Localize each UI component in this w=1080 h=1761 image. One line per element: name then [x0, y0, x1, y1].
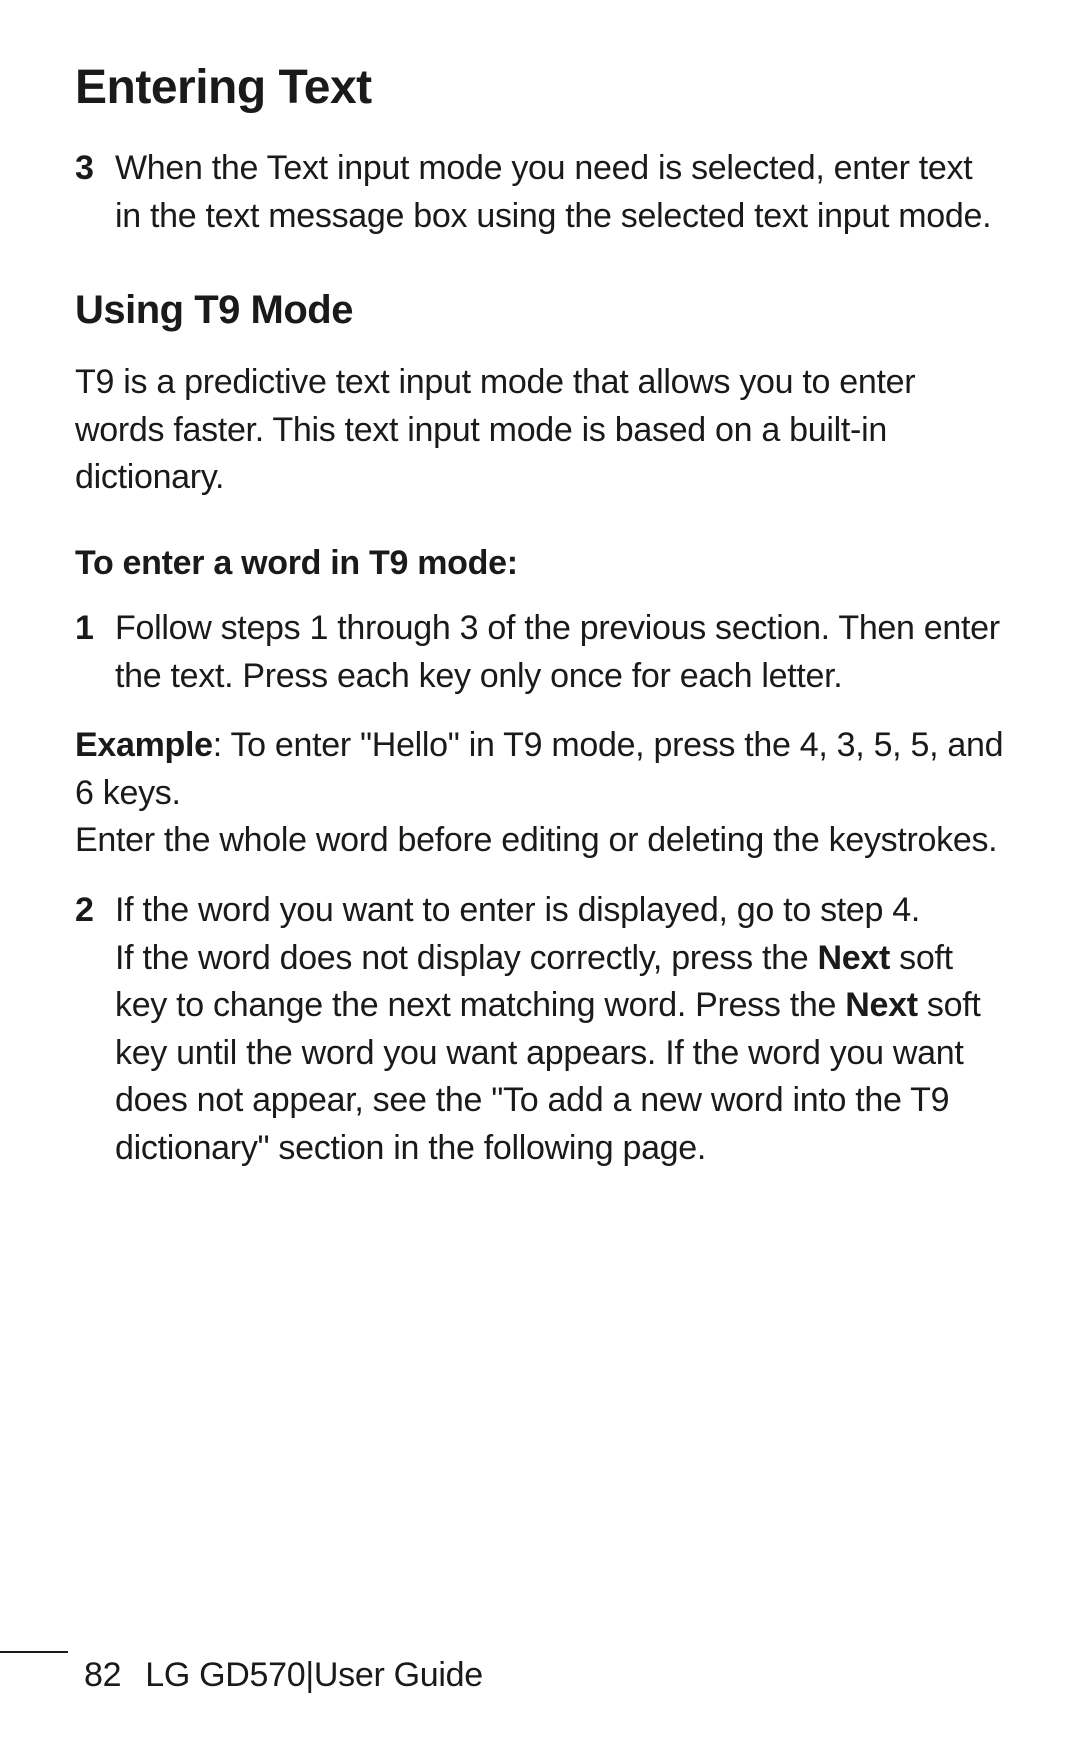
step-3-text: When the Text input mode you need is sel… — [115, 145, 1005, 240]
footer-guide: User Guide — [314, 1656, 483, 1695]
example-text: : To enter "Hello" in T9 mode, press the… — [75, 726, 1003, 812]
step-3-number: 3 — [75, 145, 115, 240]
next-softkey-1: Next — [818, 939, 891, 977]
page-number: 82 — [84, 1656, 121, 1695]
t9-step-2-line2a: If the word does not display correctly, … — [115, 939, 818, 977]
t9-step-2-text: If the word you want to enter is display… — [115, 887, 1005, 1173]
t9-intro-paragraph: T9 is a predictive text input mode that … — [75, 359, 1005, 502]
t9-step-2: 2 If the word you want to enter is displ… — [75, 887, 1005, 1173]
t9-step-1-number: 1 — [75, 605, 115, 700]
example-block: Example: To enter "Hello" in T9 mode, pr… — [75, 722, 1005, 865]
footer-rule — [0, 1651, 68, 1653]
subheading-enter-word: To enter a word in T9 mode: — [75, 544, 1005, 583]
footer-product: LG GD570 — [145, 1656, 305, 1695]
step-3: 3 When the Text input mode you need is s… — [75, 145, 1005, 240]
t9-step-1: 1 Follow steps 1 through 3 of the previo… — [75, 605, 1005, 700]
t9-step-2-number: 2 — [75, 887, 115, 1173]
t9-step-2-line1: If the word you want to enter is display… — [115, 891, 920, 929]
page-title: Entering Text — [75, 60, 1005, 115]
example-label: Example — [75, 726, 213, 764]
t9-step-1-text: Follow steps 1 through 3 of the previous… — [115, 605, 1005, 700]
section-heading-t9: Using T9 Mode — [75, 288, 1005, 333]
page-footer: 82 LG GD570 | User Guide — [0, 1656, 483, 1695]
footer-separator: | — [305, 1656, 314, 1695]
example-line2: Enter the whole word before editing or d… — [75, 821, 997, 859]
next-softkey-2: Next — [845, 986, 918, 1024]
